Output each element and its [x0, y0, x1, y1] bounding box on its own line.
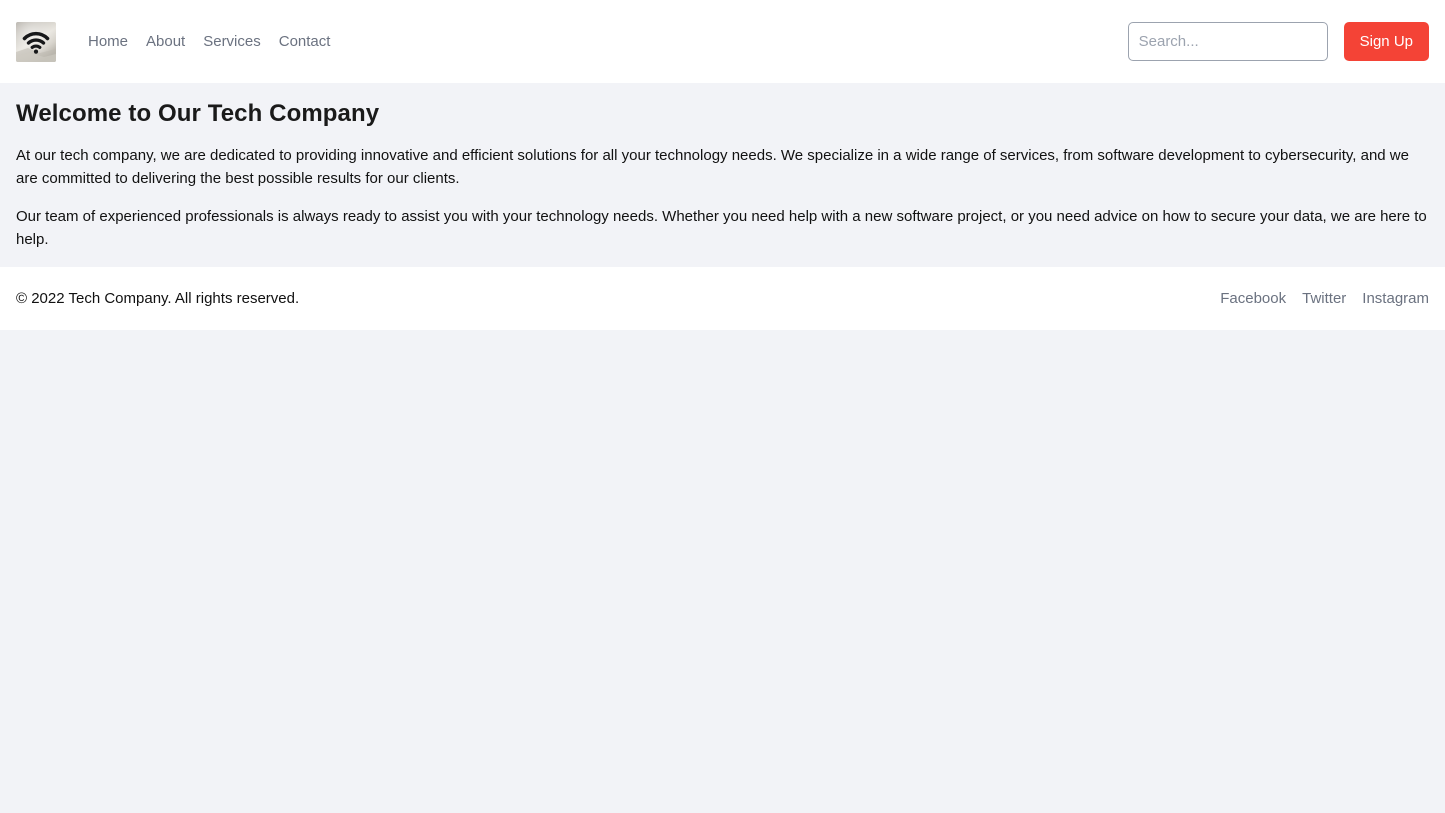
header-left-group: Home About Services Contact	[16, 21, 339, 62]
site-header: Home About Services Contact Sign Up	[0, 0, 1445, 83]
wifi-logo-image[interactable]	[16, 21, 56, 62]
main-content: Welcome to Our Tech Company At our tech …	[0, 83, 1445, 267]
page-title: Welcome to Our Tech Company	[16, 100, 380, 127]
nav-link-home[interactable]: Home	[80, 34, 137, 49]
nav-link-about[interactable]: About	[137, 34, 194, 49]
page-root: Home About Services Contact Sign Up Welc…	[0, 0, 1445, 813]
site-footer: © 2022 Tech Company. All rights reserved…	[0, 267, 1445, 330]
intro-paragraph-2: Our team of experienced professionals is…	[16, 208, 1427, 248]
primary-navigation: Home About Services Contact	[80, 34, 339, 49]
nav-link-services[interactable]: Services	[194, 34, 270, 49]
sign-up-button[interactable]: Sign Up	[1343, 22, 1429, 61]
nav-link-contact[interactable]: Contact	[270, 34, 340, 49]
copyright-text: © 2022 Tech Company. All rights reserved…	[16, 290, 300, 307]
page-background-filler	[0, 330, 1445, 813]
social-link-facebook[interactable]: Facebook	[1212, 291, 1294, 306]
social-link-instagram[interactable]: Instagram	[1354, 291, 1429, 306]
social-links: Facebook Twitter Instagram	[1212, 291, 1429, 306]
social-link-twitter[interactable]: Twitter	[1294, 291, 1354, 306]
header-right-group: Sign Up	[1127, 22, 1429, 61]
intro-paragraph-1: At our tech company, we are dedicated to…	[16, 147, 1409, 187]
search-input[interactable]	[1127, 22, 1328, 61]
